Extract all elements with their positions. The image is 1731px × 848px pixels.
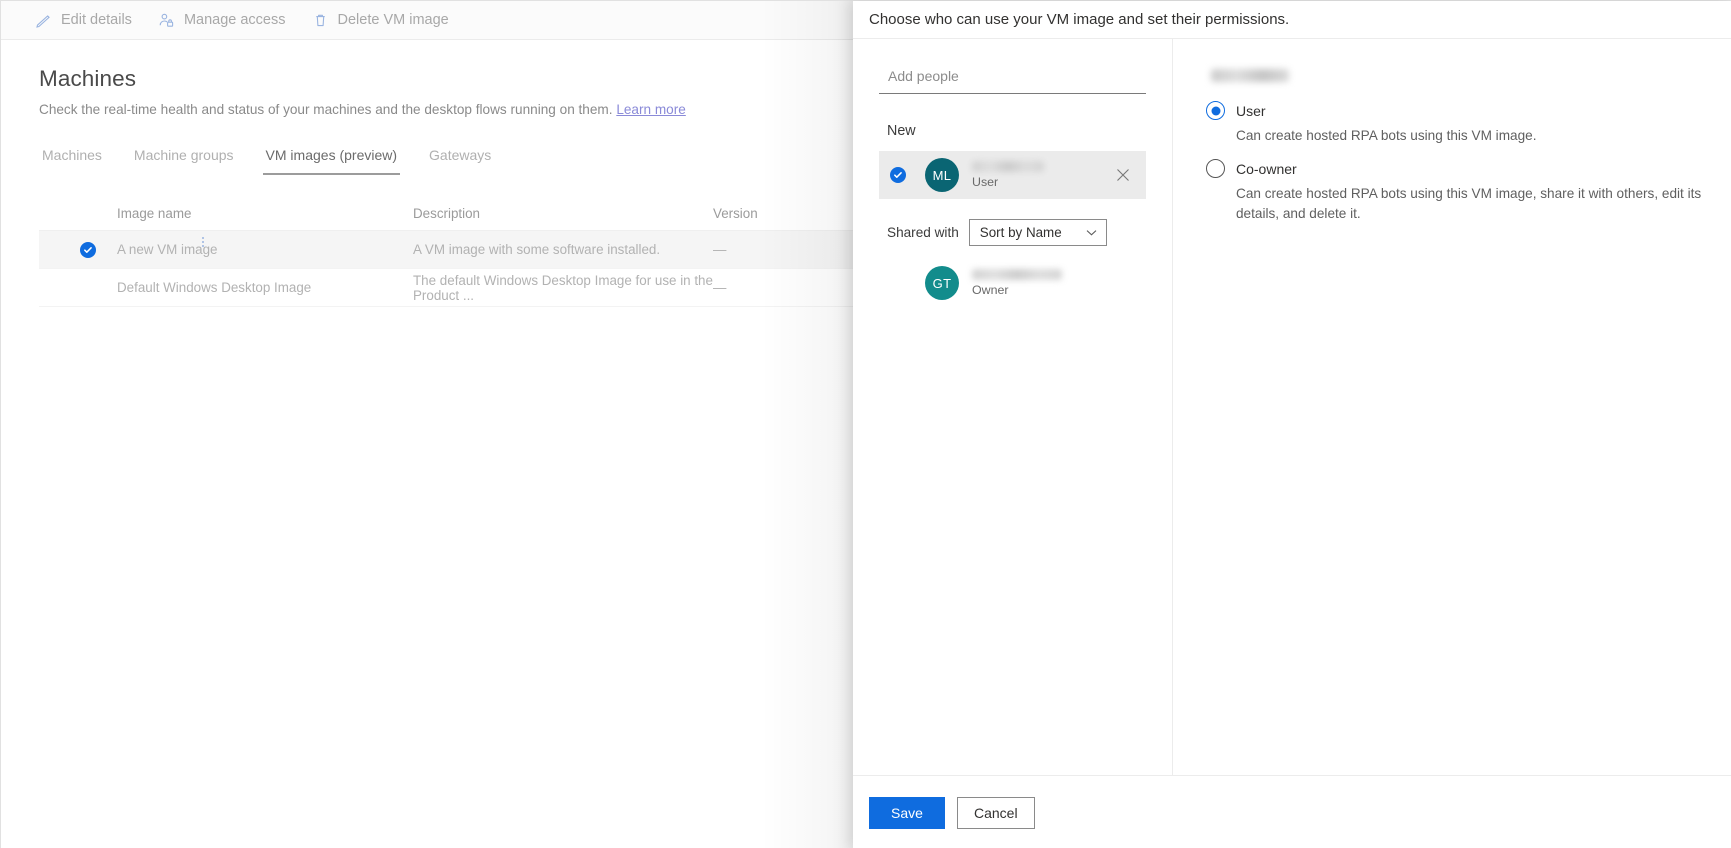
- add-people-input[interactable]: [879, 67, 1146, 85]
- pencil-icon: [35, 12, 52, 29]
- chevron-down-icon: [1086, 225, 1097, 240]
- edit-details-label: Edit details: [61, 12, 132, 28]
- avatar: ML: [925, 158, 959, 192]
- delete-vm-image-button[interactable]: Delete VM image: [312, 1, 449, 39]
- learn-more-link[interactable]: Learn more: [616, 102, 686, 117]
- row-more-icon[interactable]: [195, 234, 211, 250]
- radio-option-user[interactable]: User: [1206, 101, 1702, 120]
- person-checkbox[interactable]: [890, 167, 925, 183]
- person-role: User: [972, 175, 999, 189]
- tab-vm-images[interactable]: VM images (preview): [262, 143, 401, 175]
- tab-gateways[interactable]: Gateways: [426, 143, 494, 175]
- cell-description: A VM image with some software installed.: [413, 242, 661, 257]
- cancel-button[interactable]: Cancel: [957, 796, 1035, 829]
- tab-machines[interactable]: Machines: [39, 143, 105, 175]
- radio-co-owner[interactable]: [1206, 159, 1225, 179]
- permissions-title-redacted: [1211, 69, 1289, 82]
- page-content: Machines Check the real-time health and …: [1, 40, 853, 307]
- column-header-description[interactable]: Description: [413, 206, 713, 221]
- radio-user-label: User: [1236, 102, 1266, 119]
- table-row[interactable]: Default Windows Desktop Image The defaul…: [39, 269, 853, 307]
- check-icon: [890, 167, 906, 183]
- new-group-label: New: [887, 123, 916, 139]
- column-header-image-name[interactable]: Image name: [117, 206, 413, 221]
- radio-option-co-owner[interactable]: Co-owner: [1206, 159, 1702, 179]
- cell-image-name: A new VM image: [117, 237, 413, 257]
- person-name-redacted: [972, 161, 1044, 172]
- shared-with-bar: Shared with Sort by Name: [887, 219, 1146, 246]
- panel-header: Choose who can use your VM image and set…: [853, 1, 1731, 39]
- person-role: Owner: [972, 283, 1009, 297]
- tab-machine-groups[interactable]: Machine groups: [131, 143, 237, 175]
- command-bar: Edit details Manage access Delete VM ima…: [1, 1, 853, 40]
- app-window: Edit details Manage access Delete VM ima…: [0, 0, 1731, 848]
- panel-footer: Save Cancel: [853, 775, 1731, 848]
- column-header-version[interactable]: Version: [713, 206, 823, 221]
- people-pane: New ML User: [853, 39, 1173, 775]
- list-item[interactable]: ML User: [879, 151, 1146, 199]
- check-icon: [80, 241, 96, 258]
- radio-co-owner-label: Co-owner: [1236, 160, 1297, 177]
- page-title: Machines: [39, 66, 137, 91]
- sort-select-value: Sort by Name: [979, 225, 1062, 240]
- radio-user-description: Can create hosted RPA bots using this VM…: [1236, 128, 1537, 143]
- tab-list: Machines Machine groups VM images (previ…: [39, 143, 853, 175]
- person-name-redacted: [972, 269, 1062, 280]
- manage-access-icon: [158, 12, 175, 29]
- table-header-row: Image name Description Version: [39, 197, 853, 231]
- machines-page: Edit details Manage access Delete VM ima…: [1, 1, 853, 848]
- close-icon[interactable]: [1114, 166, 1132, 184]
- person-info: Owner: [972, 269, 1062, 297]
- panel-body: New ML User: [853, 39, 1731, 775]
- table-row[interactable]: A new VM image A VM image with some soft…: [39, 231, 853, 269]
- vm-images-table: Image name Description Version A new VM …: [39, 197, 853, 307]
- shared-with-label: Shared with: [887, 225, 959, 240]
- cell-version: —: [713, 242, 727, 257]
- permissions-pane: User Can create hosted RPA bots using th…: [1173, 39, 1731, 775]
- manage-access-panel: Choose who can use your VM image and set…: [853, 1, 1731, 848]
- person-info: User: [972, 161, 1044, 189]
- trash-icon: [312, 12, 329, 29]
- edit-details-button[interactable]: Edit details: [35, 1, 132, 39]
- delete-vm-image-label: Delete VM image: [337, 12, 449, 28]
- page-subtitle-text: Check the real-time health and status of…: [39, 102, 613, 117]
- cell-description: The default Windows Desktop Image for us…: [413, 272, 713, 303]
- avatar: GT: [925, 266, 959, 300]
- sort-select[interactable]: Sort by Name: [968, 219, 1107, 246]
- radio-co-owner-description: Can create hosted RPA bots using this VM…: [1236, 186, 1702, 221]
- manage-access-button[interactable]: Manage access: [158, 1, 286, 39]
- add-people-field: [879, 67, 1146, 94]
- save-button[interactable]: Save: [869, 796, 945, 829]
- row-checkbox[interactable]: [39, 241, 117, 258]
- cell-version: —: [713, 280, 727, 295]
- page-subtitle: Check the real-time health and status of…: [39, 102, 853, 117]
- radio-user[interactable]: [1206, 101, 1225, 120]
- cell-image-name: Default Windows Desktop Image: [117, 280, 312, 295]
- list-item[interactable]: GT Owner: [879, 259, 1146, 307]
- manage-access-label: Manage access: [183, 12, 286, 28]
